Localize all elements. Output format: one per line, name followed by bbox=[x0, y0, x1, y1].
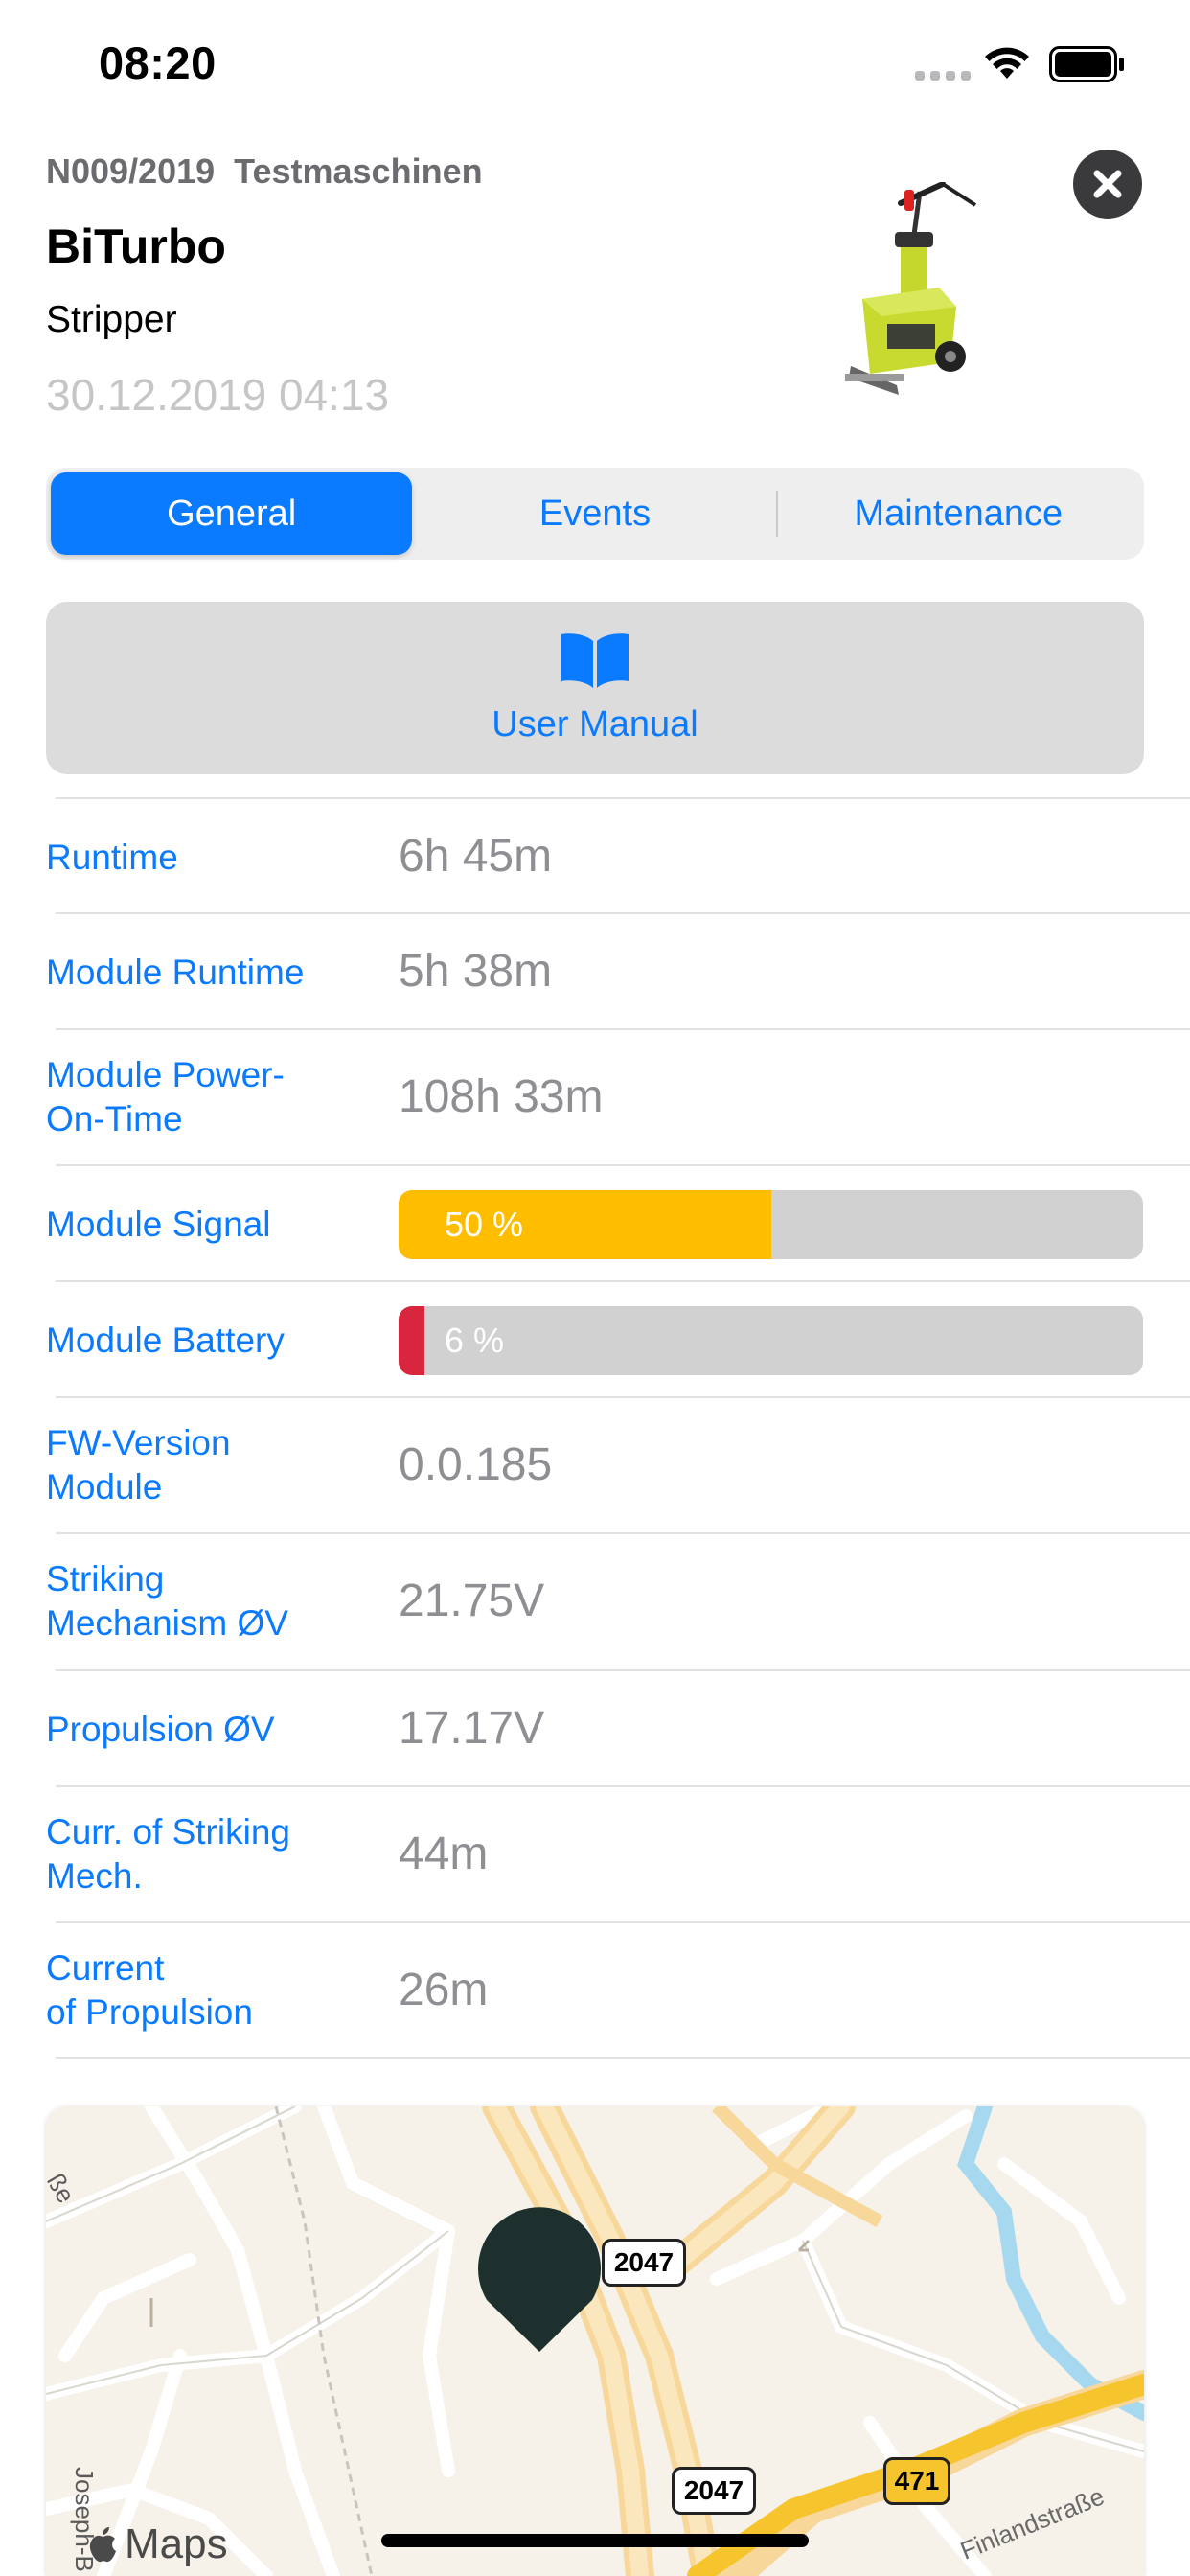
row-label: Runtime bbox=[46, 838, 178, 877]
close-icon bbox=[1093, 170, 1122, 198]
battery-progress-fill bbox=[399, 1306, 425, 1375]
cellular-signal-icon bbox=[915, 71, 971, 80]
row-label: FW-Version Module bbox=[46, 1421, 231, 1509]
row-label-line: On-Time bbox=[46, 1099, 183, 1138]
machine-subtitle: Stripper bbox=[46, 299, 177, 340]
user-manual-label: User Manual bbox=[492, 703, 698, 745]
list-item: Module Signal 50 % bbox=[46, 1164, 1190, 1280]
list-item: Striking Mechanism ØV 21.75V bbox=[46, 1532, 1190, 1669]
maps-attribution-label: Maps bbox=[125, 2520, 228, 2567]
tab-general[interactable]: General bbox=[51, 472, 413, 555]
machine-info-list: Runtime 6h 45m Module Runtime 5h 38m Mod… bbox=[0, 797, 1190, 2058]
battery-progress-text: 6 % bbox=[445, 1321, 505, 1360]
row-label: Module Battery bbox=[46, 1321, 285, 1360]
row-label: Curr. of Striking Mech. bbox=[46, 1810, 290, 1898]
list-item: FW-Version Module 0.0.185 bbox=[46, 1396, 1190, 1532]
maps-attribution[interactable]: Maps bbox=[88, 2520, 228, 2568]
book-icon bbox=[561, 632, 629, 688]
machine-date: 30.12.2019 04:13 bbox=[46, 370, 390, 420]
machine-title: BiTurbo bbox=[46, 219, 226, 273]
row-label: Module Power- On-Time bbox=[46, 1053, 285, 1141]
row-label-line: FW-Version bbox=[46, 1423, 231, 1462]
wifi-icon bbox=[985, 47, 1029, 79]
signal-progress-text: 50 % bbox=[445, 1205, 524, 1244]
row-label-line: Curr. of Striking bbox=[46, 1812, 290, 1852]
row-label-line: Module bbox=[46, 1467, 163, 1506]
row-label: Striking Mechanism ØV bbox=[46, 1557, 288, 1645]
row-value: 6h 45m bbox=[399, 831, 553, 882]
signal-progress-bar: 50 % bbox=[399, 1190, 1143, 1259]
location-map[interactable]: 2047 2047 471 ße Joseph-B Finlandstraße … bbox=[46, 2106, 1144, 2576]
status-bar: 08:20 bbox=[0, 0, 1190, 125]
tab-events[interactable]: Events bbox=[414, 472, 775, 555]
row-value: 26m bbox=[399, 1965, 489, 2015]
tab-bar: General Events Maintenance bbox=[46, 468, 1144, 560]
row-value: 17.17V bbox=[399, 1703, 545, 1754]
machine-group: Testmaschinen bbox=[234, 151, 483, 191]
home-indicator[interactable] bbox=[381, 2534, 809, 2547]
machine-id: N009/2019 bbox=[46, 151, 216, 191]
machine-image bbox=[845, 182, 977, 395]
list-item: Runtime 6h 45m bbox=[46, 797, 1190, 912]
list-item: Current of Propulsion 26m bbox=[46, 1921, 1190, 2058]
row-label-line: Mechanism ØV bbox=[46, 1603, 288, 1643]
row-label-line: Current bbox=[46, 1948, 165, 1988]
row-value: 44m bbox=[399, 1828, 489, 1879]
row-label: Propulsion ØV bbox=[46, 1710, 275, 1749]
list-item: Module Power- On-Time 108h 33m bbox=[46, 1028, 1190, 1164]
apple-logo-icon bbox=[89, 2527, 116, 2563]
row-label-line: Striking bbox=[46, 1559, 165, 1598]
status-time: 08:20 bbox=[99, 37, 217, 88]
row-value: 5h 38m bbox=[399, 946, 553, 997]
row-label-line: Module Power- bbox=[46, 1055, 285, 1094]
user-manual-button[interactable]: User Manual bbox=[46, 602, 1144, 774]
road-badge: 2047 bbox=[602, 2239, 686, 2287]
battery-icon bbox=[1049, 46, 1124, 82]
row-label: Current of Propulsion bbox=[46, 1946, 253, 2035]
row-label: Module Runtime bbox=[46, 953, 305, 992]
row-value: 108h 33m bbox=[399, 1071, 604, 1122]
row-label: Module Signal bbox=[46, 1205, 271, 1244]
list-item: Module Runtime 5h 38m bbox=[46, 912, 1190, 1028]
row-value: 0.0.185 bbox=[399, 1439, 553, 1490]
list-item: Module Battery 6 % bbox=[46, 1280, 1190, 1396]
road-badge: 2047 bbox=[672, 2467, 756, 2515]
close-button[interactable] bbox=[1073, 150, 1142, 218]
row-label-line: Mech. bbox=[46, 1856, 143, 1896]
row-label-line: of Propulsion bbox=[46, 1992, 253, 2032]
location-pin-icon[interactable] bbox=[475, 2200, 604, 2354]
machine-id-row: N009/2019 Testmaschinen bbox=[46, 151, 483, 192]
row-value: 21.75V bbox=[399, 1576, 545, 1626]
list-item: Curr. of Striking Mech. 44m bbox=[46, 1785, 1190, 1921]
battery-progress-bar: 6 % bbox=[399, 1306, 1143, 1375]
road-badge: 471 bbox=[883, 2457, 950, 2505]
list-item: Propulsion ØV 17.17V bbox=[46, 1669, 1190, 1785]
tab-maintenance[interactable]: Maintenance bbox=[778, 472, 1139, 555]
